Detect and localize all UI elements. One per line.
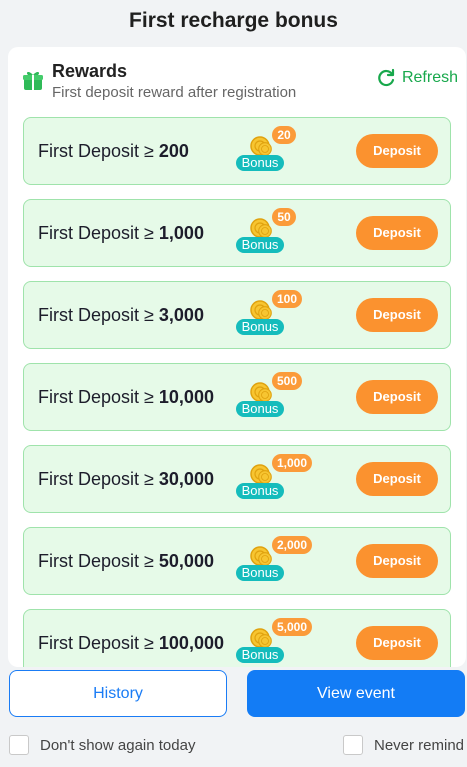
- deposit-button[interactable]: Deposit: [356, 134, 438, 168]
- rewards-subtitle: First deposit reward after registration: [52, 84, 297, 101]
- refresh-button[interactable]: Refresh: [376, 68, 458, 88]
- gift-icon: [23, 71, 43, 90]
- rewards-card: Rewards First deposit reward after regis…: [8, 47, 466, 667]
- tier-threshold: 10,000: [158, 387, 214, 407]
- tier-threshold: 1,000: [158, 223, 204, 243]
- tier-threshold: 3,000: [158, 305, 204, 325]
- dont-show-today-label: Don't show again today: [40, 736, 196, 754]
- bonus-badge: 50 Bonus: [236, 208, 316, 258]
- never-remind-checkbox[interactable]: [343, 735, 363, 755]
- bonus-tag: Bonus: [236, 319, 284, 335]
- tier-row: First Deposit ≥ 3,000 100 Bonus Deposit: [23, 281, 451, 349]
- coin-icon: [258, 306, 272, 320]
- bonus-tag: Bonus: [236, 237, 284, 253]
- bonus-tag: Bonus: [236, 483, 284, 499]
- view-event-button[interactable]: View event: [247, 670, 465, 717]
- tier-prefix: First Deposit ≥: [38, 223, 159, 243]
- tier-row: First Deposit ≥ 10,000 500 Bonus Deposit: [23, 363, 451, 431]
- dont-show-today-checkbox[interactable]: [9, 735, 29, 755]
- deposit-button[interactable]: Deposit: [356, 298, 438, 332]
- tier-label: First Deposit ≥ 100,000: [38, 610, 224, 667]
- bonus-amount: 1,000: [272, 454, 313, 472]
- refresh-icon: [378, 68, 395, 87]
- bonus-badge: 1,000 Bonus: [236, 454, 316, 504]
- coin-icon: [258, 224, 272, 238]
- tier-row: First Deposit ≥ 200 20 Bonus Deposit: [23, 117, 451, 185]
- coin-icon: [258, 552, 272, 566]
- tier-prefix: First Deposit ≥: [38, 305, 159, 325]
- coin-icon: [258, 388, 272, 402]
- tier-label: First Deposit ≥ 3,000: [38, 282, 204, 348]
- rewards-header: Rewards First deposit reward after regis…: [22, 61, 458, 101]
- footer: History View event Don't show again toda…: [0, 667, 467, 767]
- tier-label: First Deposit ≥ 10,000: [38, 364, 214, 430]
- bonus-badge: 100 Bonus: [236, 290, 316, 340]
- tier-threshold: 200: [158, 141, 189, 161]
- deposit-button[interactable]: Deposit: [356, 462, 438, 496]
- tier-label: First Deposit ≥ 200: [38, 118, 189, 184]
- tier-row: First Deposit ≥ 30,000 1,000 Bonus Deposit: [23, 445, 451, 513]
- bonus-tag: Bonus: [236, 565, 284, 581]
- tier-row: First Deposit ≥ 50,000 2,000 Bonus Deposit: [23, 527, 451, 595]
- deposit-button[interactable]: Deposit: [356, 626, 438, 660]
- tier-label: First Deposit ≥ 1,000: [38, 200, 204, 266]
- bonus-amount: 20: [272, 126, 296, 144]
- tier-threshold: 30,000: [158, 469, 214, 489]
- rewards-title: Rewards: [52, 61, 128, 81]
- coin-icon: [258, 634, 272, 648]
- bonus-amount: 5,000: [272, 618, 313, 636]
- tier-prefix: First Deposit ≥: [38, 551, 159, 571]
- tier-prefix: First Deposit ≥: [38, 141, 159, 161]
- bonus-badge: 5,000 Bonus: [236, 618, 316, 667]
- deposit-button[interactable]: Deposit: [356, 216, 438, 250]
- tier-label: First Deposit ≥ 50,000: [38, 528, 214, 594]
- coin-icon: [258, 142, 272, 156]
- tier-prefix: First Deposit ≥: [38, 633, 159, 653]
- deposit-button[interactable]: Deposit: [356, 380, 438, 414]
- coin-icon: [258, 470, 272, 484]
- bonus-badge: 2,000 Bonus: [236, 536, 316, 586]
- refresh-label: Refresh: [401, 69, 458, 86]
- bonus-badge: 500 Bonus: [236, 372, 316, 422]
- tier-threshold: 50,000: [158, 551, 214, 571]
- bonus-tag: Bonus: [236, 401, 284, 417]
- bonus-amount: 100: [272, 290, 303, 308]
- dont-show-today-option[interactable]: Don't show again today: [9, 735, 195, 755]
- bonus-amount: 500: [272, 372, 303, 390]
- bonus-tag: Bonus: [236, 155, 284, 171]
- tier-label: First Deposit ≥ 30,000: [38, 446, 214, 512]
- tier-prefix: First Deposit ≥: [38, 387, 159, 407]
- tier-prefix: First Deposit ≥: [38, 469, 159, 489]
- deposit-button[interactable]: Deposit: [356, 544, 438, 578]
- history-button[interactable]: History: [9, 670, 227, 717]
- never-remind-option[interactable]: Never remind: [343, 735, 464, 755]
- tier-row: First Deposit ≥ 1,000 50 Bonus Deposit: [23, 199, 451, 267]
- never-remind-label: Never remind: [374, 736, 465, 754]
- bonus-tag: Bonus: [236, 647, 284, 663]
- bonus-badge: 20 Bonus: [236, 126, 316, 176]
- tier-row: First Deposit ≥ 100,000 5,000 Bonus Deposit: [23, 609, 451, 667]
- bonus-amount: 50: [272, 208, 296, 226]
- bonus-amount: 2,000: [272, 536, 313, 554]
- page-title: First recharge bonus: [129, 9, 338, 32]
- tier-threshold: 100,000: [158, 633, 224, 653]
